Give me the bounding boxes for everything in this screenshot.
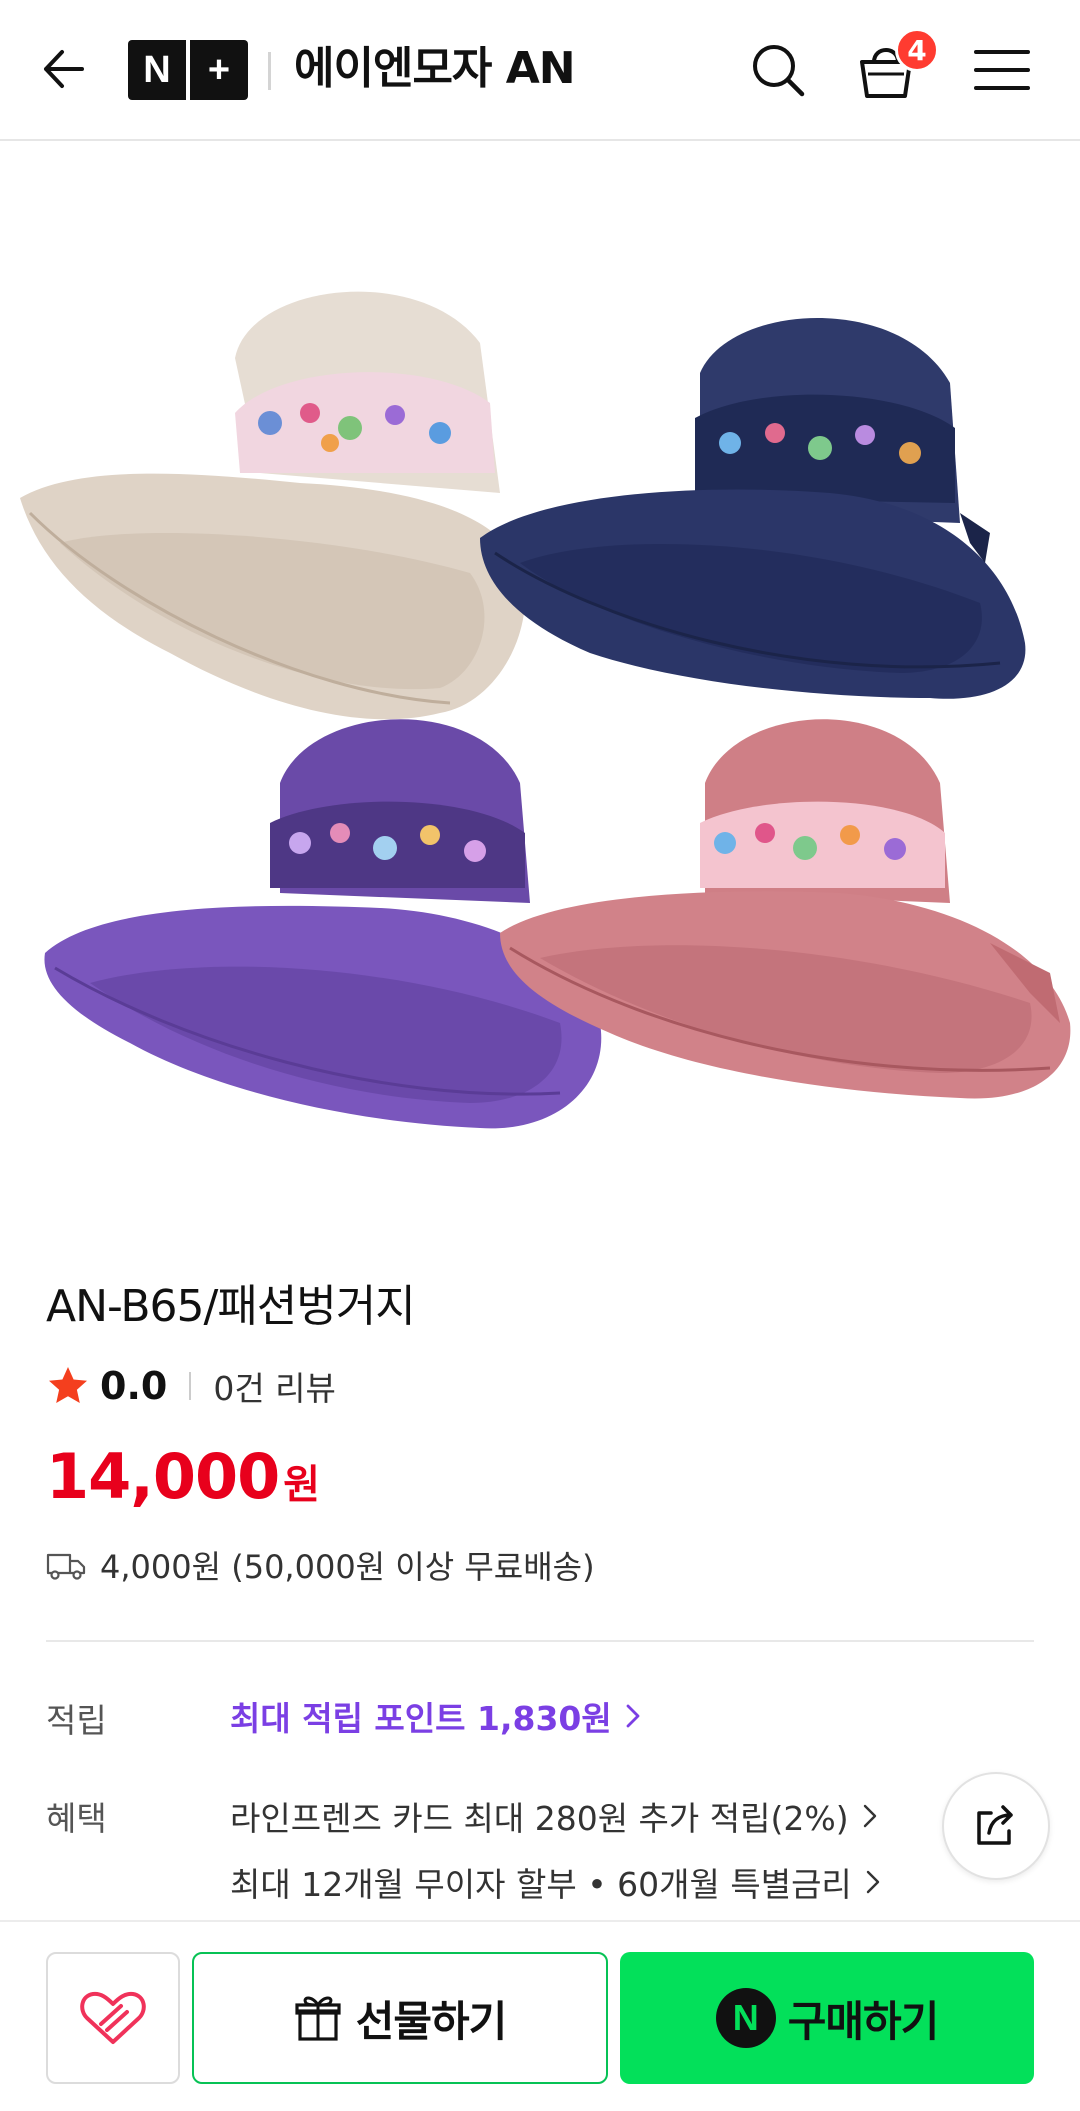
brand-plus: + (207, 48, 231, 91)
truck-icon (46, 1553, 86, 1580)
store-name[interactable]: 에이엔모자 AN (294, 38, 576, 100)
product-title: AN-B65/패션벙거지 (46, 1281, 416, 1332)
rating-value: 0.0 (100, 1364, 168, 1408)
chevron-right-icon (863, 1804, 876, 1828)
heart-icon (80, 1991, 146, 2044)
points-label: 적립 (46, 1701, 107, 1740)
hats-illustration (20, 291, 1071, 1129)
points-text: 최대 적립 포인트 1,830원 (230, 1699, 612, 1738)
search-icon[interactable] (744, 36, 812, 104)
benefit-card-text: 라인프렌즈 카드 최대 280원 추가 적립(2%) (230, 1799, 849, 1838)
rating-divider (189, 1372, 192, 1400)
chevron-right-icon (626, 1704, 640, 1728)
points-link[interactable]: 최대 적립 포인트 1,830원 (230, 1692, 644, 1740)
brand-n: N (143, 48, 171, 91)
price-currency: 원 (283, 1462, 321, 1508)
gift-label: 선물하기 (355, 1996, 508, 2046)
star-icon (49, 1367, 87, 1403)
wishlist-button[interactable] (46, 1952, 180, 2084)
header-divider (268, 52, 271, 90)
price-value: 14,000 (46, 1440, 280, 1513)
navy-hat (480, 318, 1026, 699)
beige-hat (20, 291, 526, 720)
chevron-right-icon (866, 1870, 879, 1894)
benefit-installment-text: 최대 12개월 무이자 할부 • 60개월 특별금리 (230, 1865, 852, 1904)
shipping-text: 4,000원 (50,000원 이상 무료배송) (100, 1548, 595, 1586)
section-divider (46, 1640, 1034, 1642)
back-arrow-icon[interactable] (38, 42, 92, 96)
benefit-installment-link[interactable]: 최대 12개월 무이자 할부 • 60개월 특별금리 (230, 1858, 884, 1906)
rating-row[interactable]: 0.0 0건 리뷰 (46, 1358, 336, 1414)
gift-icon (295, 1996, 341, 2041)
product-image[interactable] (0, 143, 1080, 1208)
share-button[interactable] (942, 1772, 1050, 1880)
gift-button[interactable]: 선물하기 (192, 1952, 608, 2084)
top-header: N + 에이엔모자 AN 4 (0, 0, 1080, 141)
naver-pay-icon: N (715, 1988, 776, 2048)
review-count[interactable]: 0건 리뷰 (213, 1362, 336, 1410)
bottom-action-bar: 선물하기 N 구매하기 (0, 1920, 1080, 2111)
benefit-card-link[interactable]: 라인프렌즈 카드 최대 280원 추가 적립(2%) (230, 1792, 881, 1840)
naver-plus-logo[interactable]: N + (128, 40, 248, 100)
buy-button[interactable]: N 구매하기 (620, 1952, 1034, 2084)
price-row: 14,000 원 (46, 1440, 320, 1513)
benefit-label: 혜택 (46, 1799, 107, 1838)
share-icon (977, 1805, 1013, 1845)
cart-count-badge: 4 (895, 28, 939, 72)
buy-label: 구매하기 (787, 1996, 940, 2046)
shipping-row: 4,000원 (50,000원 이상 무료배송) (46, 1542, 595, 1588)
menu-icon[interactable] (968, 36, 1036, 104)
